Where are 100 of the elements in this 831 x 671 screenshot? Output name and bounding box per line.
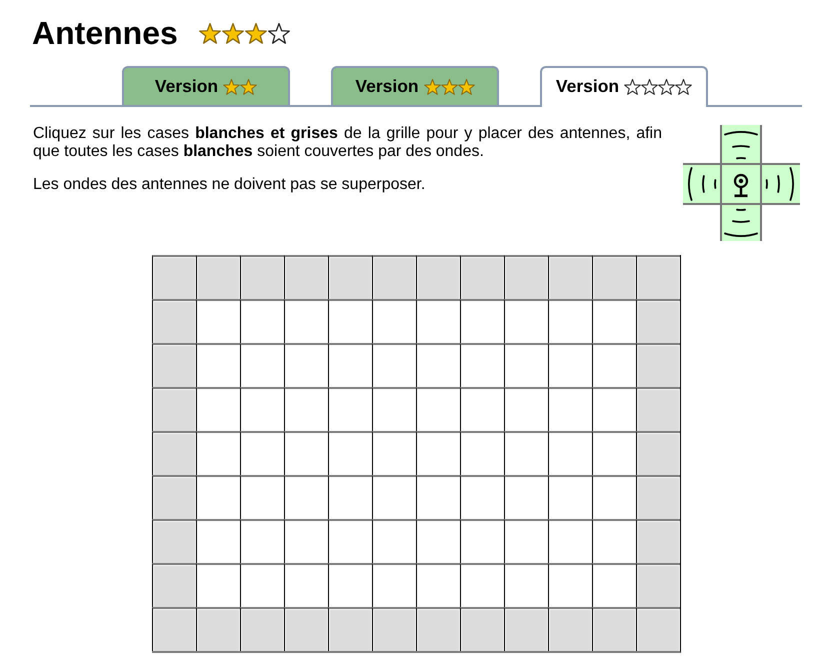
grid-cell[interactable] [504, 607, 548, 651]
grid-cell[interactable] [636, 299, 680, 343]
grid-cell[interactable] [416, 563, 460, 607]
grid-cell[interactable] [328, 607, 372, 651]
grid-cell[interactable] [284, 431, 328, 475]
grid-cell[interactable] [548, 343, 592, 387]
grid-cell[interactable] [284, 255, 328, 299]
grid-cell[interactable] [548, 519, 592, 563]
grid-cell[interactable] [372, 387, 416, 431]
grid-cell[interactable] [548, 431, 592, 475]
grid-cell[interactable] [460, 387, 504, 431]
grid-cell[interactable] [372, 563, 416, 607]
grid-cell[interactable] [240, 299, 284, 343]
grid-cell[interactable] [328, 475, 372, 519]
grid-cell[interactable] [152, 519, 196, 563]
grid-cell[interactable] [372, 475, 416, 519]
grid-cell[interactable] [328, 299, 372, 343]
grid-cell[interactable] [196, 607, 240, 651]
grid-cell[interactable] [416, 475, 460, 519]
grid-cell[interactable] [196, 387, 240, 431]
grid-cell[interactable] [372, 255, 416, 299]
grid-cell[interactable] [460, 343, 504, 387]
grid-cell[interactable] [416, 387, 460, 431]
grid-cell[interactable] [240, 387, 284, 431]
grid-cell[interactable] [240, 431, 284, 475]
grid-cell[interactable] [328, 519, 372, 563]
grid-cell[interactable] [592, 387, 636, 431]
grid-cell[interactable] [548, 387, 592, 431]
grid-cell[interactable] [636, 607, 680, 651]
grid-cell[interactable] [240, 343, 284, 387]
grid-cell[interactable] [328, 255, 372, 299]
grid-cell[interactable] [504, 343, 548, 387]
grid-cell[interactable] [372, 299, 416, 343]
grid-cell[interactable] [196, 431, 240, 475]
grid-cell[interactable] [460, 519, 504, 563]
grid-cell[interactable] [548, 299, 592, 343]
grid-cell[interactable] [284, 343, 328, 387]
grid-cell[interactable] [504, 563, 548, 607]
grid-cell[interactable] [504, 475, 548, 519]
grid-cell[interactable] [548, 475, 592, 519]
grid-cell[interactable] [636, 343, 680, 387]
grid-cell[interactable] [636, 519, 680, 563]
grid-cell[interactable] [636, 255, 680, 299]
grid-cell[interactable] [240, 255, 284, 299]
grid-cell[interactable] [416, 607, 460, 651]
grid-cell[interactable] [240, 563, 284, 607]
grid-cell[interactable] [548, 607, 592, 651]
grid-cell[interactable] [460, 607, 504, 651]
grid-cell[interactable] [592, 431, 636, 475]
grid-cell[interactable] [460, 299, 504, 343]
grid-cell[interactable] [196, 255, 240, 299]
grid-cell[interactable] [196, 343, 240, 387]
grid-cell[interactable] [460, 475, 504, 519]
grid-cell[interactable] [548, 255, 592, 299]
grid-cell[interactable] [240, 475, 284, 519]
grid-cell[interactable] [284, 387, 328, 431]
grid-cell[interactable] [240, 607, 284, 651]
grid-cell[interactable] [328, 431, 372, 475]
grid-cell[interactable] [284, 607, 328, 651]
grid-cell[interactable] [372, 343, 416, 387]
grid-cell[interactable] [284, 475, 328, 519]
grid-cell[interactable] [284, 563, 328, 607]
grid-cell[interactable] [504, 255, 548, 299]
grid-cell[interactable] [460, 255, 504, 299]
grid-cell[interactable] [504, 519, 548, 563]
grid-cell[interactable] [152, 563, 196, 607]
grid-cell[interactable] [328, 387, 372, 431]
grid-cell[interactable] [592, 607, 636, 651]
grid-cell[interactable] [152, 299, 196, 343]
grid-cell[interactable] [372, 431, 416, 475]
grid-cell[interactable] [592, 299, 636, 343]
grid-cell[interactable] [416, 519, 460, 563]
grid-cell[interactable] [196, 519, 240, 563]
grid-cell[interactable] [636, 563, 680, 607]
grid-cell[interactable] [460, 431, 504, 475]
grid-cell[interactable] [416, 255, 460, 299]
grid-cell[interactable] [284, 519, 328, 563]
grid-cell[interactable] [636, 387, 680, 431]
grid-cell[interactable] [504, 387, 548, 431]
grid-cell[interactable] [548, 563, 592, 607]
grid-cell[interactable] [328, 563, 372, 607]
grid-cell[interactable] [416, 299, 460, 343]
grid-cell[interactable] [504, 431, 548, 475]
grid-cell[interactable] [592, 475, 636, 519]
grid-cell[interactable] [592, 563, 636, 607]
grid-cell[interactable] [416, 343, 460, 387]
grid-cell[interactable] [152, 343, 196, 387]
grid-cell[interactable] [152, 255, 196, 299]
version-tab[interactable]: Version [540, 66, 708, 107]
grid-cell[interactable] [636, 431, 680, 475]
grid-cell[interactable] [196, 563, 240, 607]
grid-cell[interactable] [636, 475, 680, 519]
grid-cell[interactable] [592, 519, 636, 563]
grid-cell[interactable] [372, 607, 416, 651]
grid-cell[interactable] [328, 343, 372, 387]
grid-cell[interactable] [152, 475, 196, 519]
grid-cell[interactable] [592, 343, 636, 387]
grid-cell[interactable] [284, 299, 328, 343]
grid-cell[interactable] [152, 607, 196, 651]
grid-cell[interactable] [152, 387, 196, 431]
